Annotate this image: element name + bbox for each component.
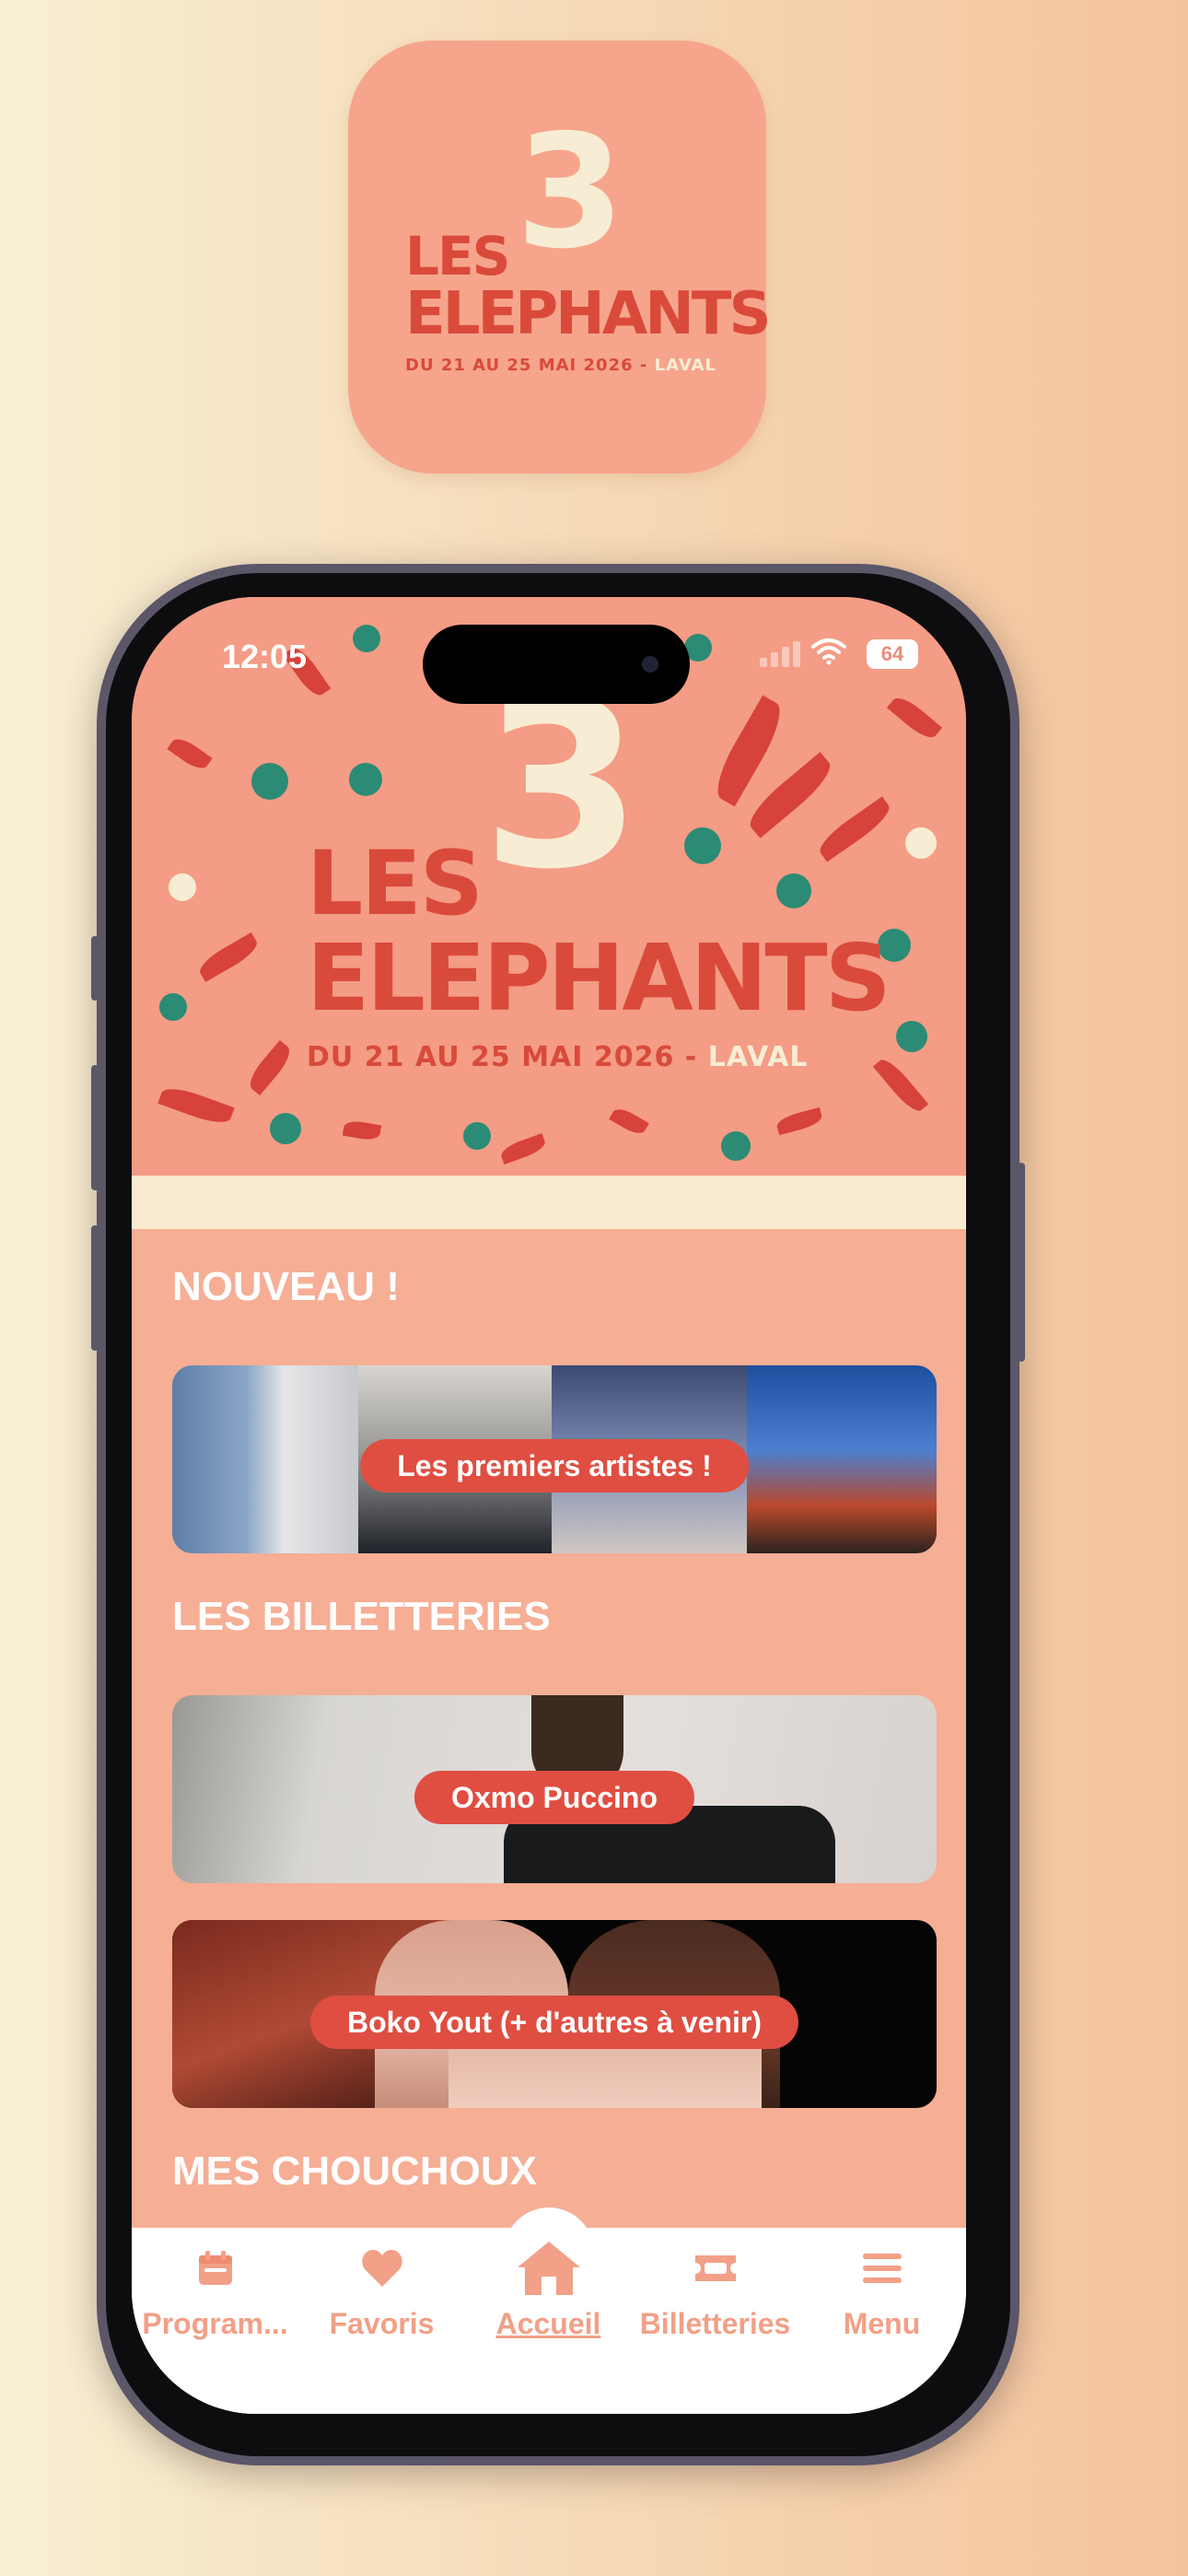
artist-photo — [747, 1365, 937, 1553]
tab-billetteries[interactable]: Billetteries — [632, 2235, 798, 2341]
tab-label: Program... — [142, 2307, 288, 2340]
volume-up-button — [91, 1065, 99, 1190]
battery-indicator: 64 — [867, 639, 918, 669]
logo-number: 3 — [516, 101, 625, 284]
section-title-chouchoux: MES CHOUCHOUX — [172, 2149, 538, 2194]
tab-favoris[interactable]: Favoris — [298, 2235, 465, 2341]
logo-dates: DU 21 AU 25 MAI 2026 - LAVAL — [405, 356, 716, 375]
card-label: Oxmo Puccino — [413, 1771, 695, 1824]
tab-label: Billetteries — [639, 2307, 791, 2340]
action-button — [91, 936, 99, 1001]
home-icon — [465, 2235, 632, 2301]
camera-icon — [642, 656, 658, 673]
tab-programmation[interactable]: Program... — [132, 2235, 298, 2341]
app-icon-logo: 3 LES ELEPHANTS DU 21 AU 25 MAI 2026 - L… — [405, 114, 772, 418]
wifi-icon — [811, 638, 846, 673]
tab-menu[interactable]: Menu — [798, 2235, 965, 2341]
logo-dates-text: DU 21 AU 25 MAI 2026 - — [405, 356, 648, 375]
hero-logo-dates-text: DU 21 AU 25 MAI 2026 - — [307, 1041, 698, 1073]
card-label: Les premiers artistes ! — [360, 1439, 749, 1493]
app-screen: 3 LES ELEPHANTS DU 21 AU 25 MAI 2026 - L… — [132, 597, 966, 2414]
tab-label: Favoris — [329, 2307, 435, 2340]
logo-city: LAVAL — [654, 356, 716, 375]
section-title-nouveau: NOUVEAU ! — [172, 1264, 400, 1309]
section-title-billetteries: LES BILLETTERIES — [172, 1594, 551, 1639]
card-label: Boko Yout (+ d'autres à venir) — [309, 1996, 799, 2049]
ticket-icon — [632, 2235, 798, 2301]
tab-accueil[interactable]: Accueil — [465, 2235, 632, 2341]
artist-photo — [448, 2040, 762, 2108]
card-billetterie-oxmo[interactable]: Oxmo Puccino — [172, 1695, 937, 1883]
card-billetterie-boko-yout[interactable]: Boko Yout (+ d'autres à venir) — [172, 1920, 937, 2108]
dynamic-island — [423, 625, 690, 704]
logo-les: LES — [405, 225, 510, 287]
hero-logo-dates: DU 21 AU 25 MAI 2026 - LAVAL — [307, 1041, 809, 1073]
card-premiers-artistes[interactable]: Les premiers artistes ! — [172, 1365, 937, 1553]
status-time: 12:05 — [222, 638, 308, 675]
hero-bottom-band — [132, 1176, 966, 1229]
app-icon: 3 LES ELEPHANTS DU 21 AU 25 MAI 2026 - L… — [348, 41, 772, 474]
menu-icon — [798, 2235, 965, 2301]
logo-name: ELEPHANTS — [405, 280, 772, 348]
tab-label: Accueil — [495, 2307, 601, 2340]
hero-logo: 3 LES ELEPHANTS DU 21 AU 25 MAI 2026 - L… — [307, 671, 891, 1074]
power-button — [1018, 1163, 1025, 1362]
tab-label: Menu — [843, 2307, 921, 2340]
hero-logo-city: LAVAL — [707, 1041, 809, 1073]
calendar-icon — [132, 2235, 298, 2301]
cellular-signal-icon — [760, 641, 808, 667]
hero-logo-number: 3 — [482, 651, 642, 919]
hero-logo-les: LES — [307, 832, 483, 935]
heart-icon — [298, 2235, 465, 2301]
hero-logo-name: ELEPHANTS — [307, 924, 891, 1032]
phone-frame: 3 LES ELEPHANTS DU 21 AU 25 MAI 2026 - L… — [91, 564, 1025, 2465]
volume-down-button — [91, 1225, 99, 1351]
artist-photo — [172, 1365, 358, 1553]
